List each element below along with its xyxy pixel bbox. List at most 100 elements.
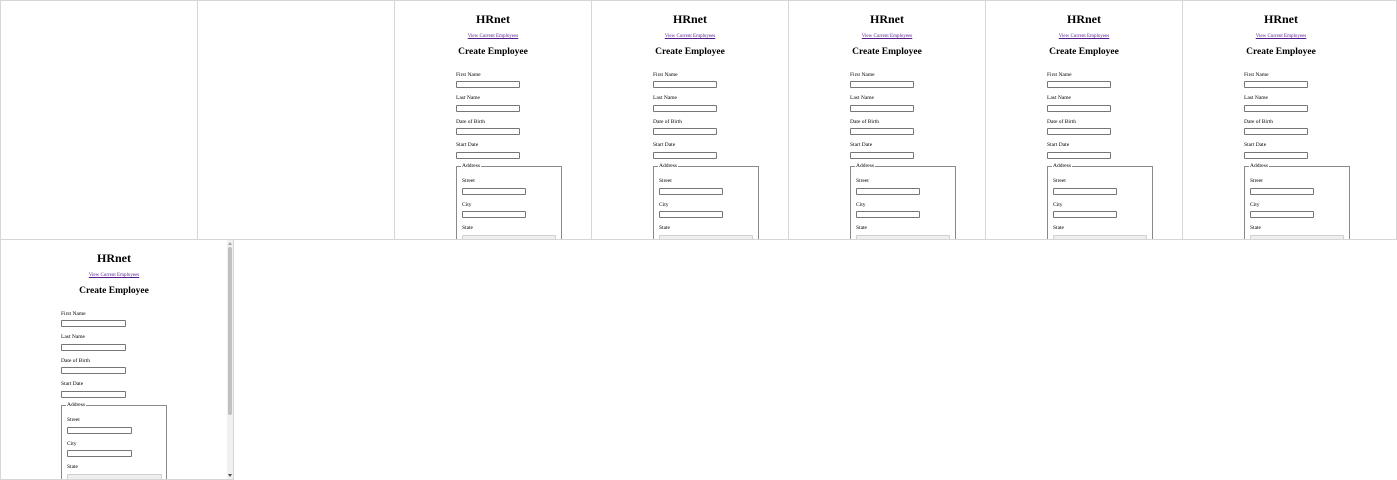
state-select[interactable] bbox=[856, 235, 950, 239]
first-name-input[interactable] bbox=[61, 320, 126, 327]
dob-input[interactable] bbox=[456, 128, 520, 135]
start-date-input[interactable] bbox=[456, 152, 520, 159]
last-name-label: Last Name bbox=[850, 95, 874, 101]
scroll-up-arrow-icon[interactable] bbox=[228, 242, 232, 245]
view-employees-link[interactable]: View Current Employees bbox=[592, 34, 788, 39]
state-label: State bbox=[462, 225, 473, 231]
city-label: City bbox=[462, 202, 472, 208]
address-legend: Address bbox=[1249, 163, 1270, 170]
start-date-label: Start Date bbox=[1244, 142, 1267, 148]
view-employees-link[interactable]: View Current Employees bbox=[395, 34, 591, 39]
first-name-input[interactable] bbox=[653, 81, 717, 88]
page-content: HRnet View Current Employees Create Empl… bbox=[1183, 1, 1396, 239]
last-name-input[interactable] bbox=[1244, 105, 1308, 112]
start-date-input[interactable] bbox=[61, 391, 126, 398]
form-title: Create Employee bbox=[79, 286, 149, 296]
first-name-input[interactable] bbox=[456, 81, 520, 88]
dob-input[interactable] bbox=[653, 128, 717, 135]
street-label: Street bbox=[67, 417, 80, 423]
state-select[interactable] bbox=[462, 235, 556, 239]
start-date-input[interactable] bbox=[653, 152, 717, 159]
vertical-scrollbar[interactable] bbox=[227, 240, 233, 479]
app-title: HRnet bbox=[476, 12, 510, 26]
dob-label: Date of Birth bbox=[1244, 119, 1274, 125]
view-employees-link[interactable]: View Current Employees bbox=[1, 273, 227, 278]
start-date-input[interactable] bbox=[850, 152, 914, 159]
address-fieldset: Address Street City State bbox=[61, 402, 167, 479]
state-select[interactable] bbox=[659, 235, 753, 239]
first-name-label: First Name bbox=[1047, 72, 1072, 78]
last-name-label: Last Name bbox=[456, 95, 480, 101]
form-title: Create Employee bbox=[1246, 47, 1316, 57]
street-input[interactable] bbox=[1250, 188, 1314, 195]
empty-viewport-2 bbox=[197, 0, 395, 240]
dob-input[interactable] bbox=[61, 367, 126, 374]
empty-viewport-1 bbox=[0, 0, 198, 240]
state-label: State bbox=[856, 225, 867, 231]
view-employees-link[interactable]: View Current Employees bbox=[1183, 34, 1379, 39]
city-input[interactable] bbox=[462, 211, 526, 218]
state-label: State bbox=[659, 225, 670, 231]
city-label: City bbox=[1053, 202, 1063, 208]
last-name-input[interactable] bbox=[850, 105, 914, 112]
page-content: HRnet View Current Employees Create Empl… bbox=[789, 1, 985, 239]
dob-input[interactable] bbox=[850, 128, 914, 135]
start-date-input[interactable] bbox=[1047, 152, 1111, 159]
city-input[interactable] bbox=[856, 211, 920, 218]
city-input[interactable] bbox=[1053, 211, 1117, 218]
viewport-8: HRnet View Current Employees Create Empl… bbox=[0, 239, 234, 480]
street-input[interactable] bbox=[856, 188, 920, 195]
last-name-input[interactable] bbox=[1047, 105, 1111, 112]
street-input[interactable] bbox=[67, 427, 132, 434]
address-legend: Address bbox=[66, 402, 87, 409]
street-input[interactable] bbox=[1053, 188, 1117, 195]
first-name-label: First Name bbox=[1244, 72, 1269, 78]
last-name-input[interactable] bbox=[61, 344, 126, 351]
city-input[interactable] bbox=[1250, 211, 1314, 218]
city-input[interactable] bbox=[659, 211, 723, 218]
address-legend: Address bbox=[855, 163, 876, 170]
last-name-label: Last Name bbox=[1244, 95, 1268, 101]
address-legend: Address bbox=[658, 163, 679, 170]
last-name-input[interactable] bbox=[653, 105, 717, 112]
state-label: State bbox=[1053, 225, 1064, 231]
state-select[interactable] bbox=[1250, 235, 1344, 239]
viewport-3: HRnet View Current Employees Create Empl… bbox=[394, 0, 592, 240]
start-date-label: Start Date bbox=[61, 381, 84, 387]
first-name-input[interactable] bbox=[1047, 81, 1111, 88]
view-employees-link[interactable]: View Current Employees bbox=[789, 34, 985, 39]
state-select[interactable] bbox=[67, 474, 162, 479]
state-select[interactable] bbox=[1053, 235, 1147, 239]
state-label: State bbox=[1250, 225, 1261, 231]
dob-label: Date of Birth bbox=[456, 119, 486, 125]
first-name-input[interactable] bbox=[1244, 81, 1308, 88]
scroll-down-arrow-icon[interactable] bbox=[228, 474, 232, 477]
viewport-4: HRnet View Current Employees Create Empl… bbox=[591, 0, 789, 240]
start-date-label: Start Date bbox=[850, 142, 873, 148]
first-name-input[interactable] bbox=[850, 81, 914, 88]
start-date-input[interactable] bbox=[1244, 152, 1308, 159]
city-label: City bbox=[659, 202, 669, 208]
dob-input[interactable] bbox=[1047, 128, 1111, 135]
scrollbar-thumb[interactable] bbox=[228, 247, 232, 415]
start-date-label: Start Date bbox=[456, 142, 479, 148]
dob-label: Date of Birth bbox=[1047, 119, 1077, 125]
street-input[interactable] bbox=[462, 188, 526, 195]
street-label: Street bbox=[1250, 178, 1263, 184]
last-name-input[interactable] bbox=[456, 105, 520, 112]
app-title: HRnet bbox=[1067, 12, 1101, 26]
last-name-label: Last Name bbox=[653, 95, 677, 101]
first-name-label: First Name bbox=[653, 72, 678, 78]
address-fieldset: Address Street City State bbox=[1244, 163, 1350, 239]
street-input[interactable] bbox=[659, 188, 723, 195]
app-title: HRnet bbox=[870, 12, 904, 26]
page-content: HRnet View Current Employees Create Empl… bbox=[592, 1, 788, 239]
city-label: City bbox=[1250, 202, 1260, 208]
city-input[interactable] bbox=[67, 450, 132, 457]
address-fieldset: Address Street City State bbox=[653, 163, 759, 239]
view-employees-link[interactable]: View Current Employees bbox=[986, 34, 1182, 39]
form-title: Create Employee bbox=[458, 47, 528, 57]
dob-label: Date of Birth bbox=[61, 358, 91, 364]
dob-input[interactable] bbox=[1244, 128, 1308, 135]
last-name-label: Last Name bbox=[61, 334, 85, 340]
